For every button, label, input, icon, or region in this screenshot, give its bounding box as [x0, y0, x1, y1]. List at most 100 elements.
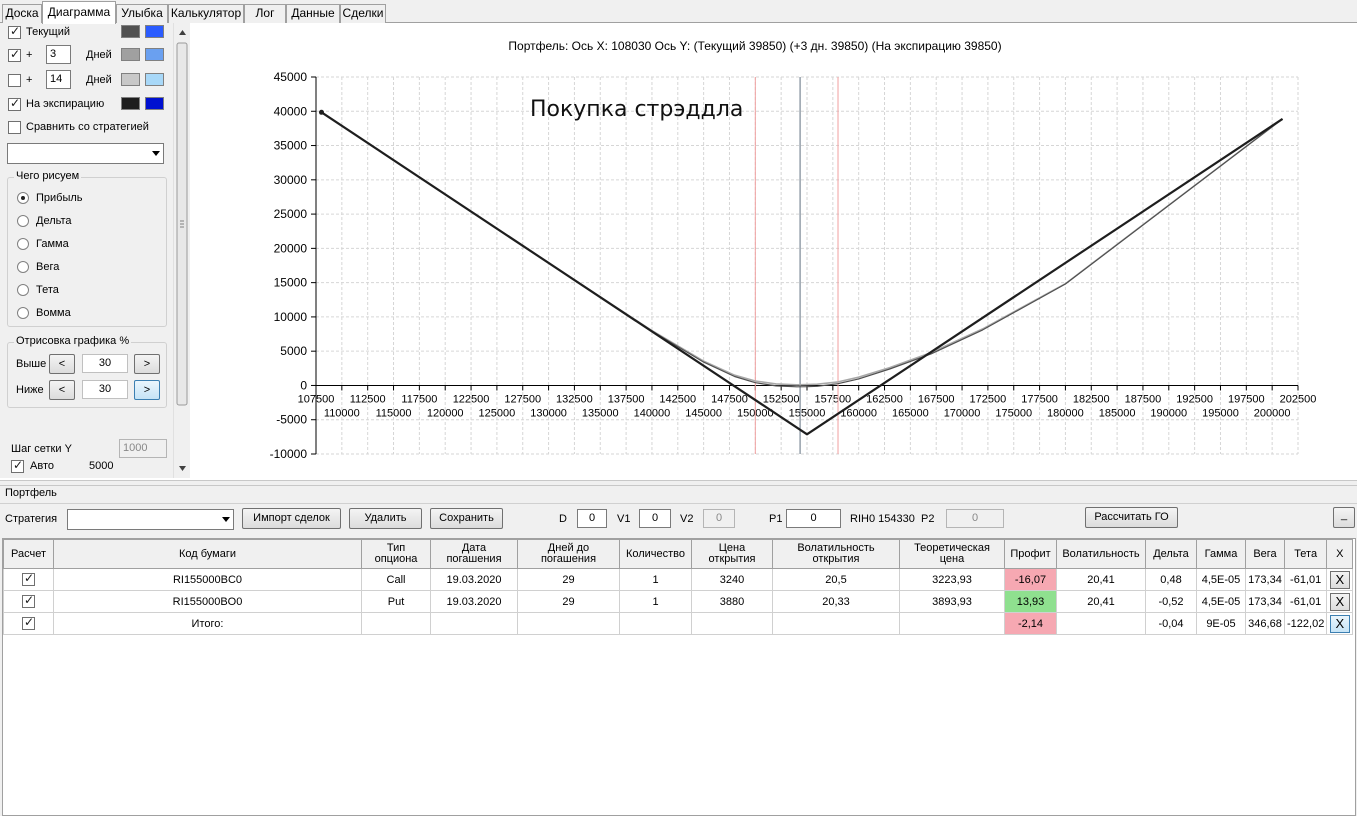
cell-vol[interactable]: 20,41	[1056, 568, 1146, 591]
col-date[interactable]: Дата погашения	[430, 539, 518, 569]
cell-days[interactable]	[517, 612, 620, 635]
cell-profit[interactable]: -16,07	[1004, 568, 1057, 591]
left-panel-scrollbar[interactable]	[173, 23, 190, 478]
cell-price[interactable]: 3240	[691, 568, 773, 591]
cell-price[interactable]	[691, 612, 773, 635]
cell-days[interactable]: 29	[517, 568, 620, 591]
tab-log[interactable]: Лог	[244, 4, 286, 23]
tab-data[interactable]: Данные	[286, 4, 340, 23]
tab-smile[interactable]: Улыбка	[116, 4, 168, 23]
col-gamma[interactable]: Гамма	[1196, 539, 1246, 569]
col-type[interactable]: Тип опциона	[361, 539, 431, 569]
col-profit[interactable]: Профит	[1004, 539, 1057, 569]
cell-vega[interactable]: 173,34	[1245, 590, 1285, 613]
delete-button[interactable]: Удалить	[349, 508, 422, 529]
radio-vomma[interactable]	[17, 307, 29, 319]
cell-vol-open[interactable]: 20,5	[772, 568, 900, 591]
col-vol-open[interactable]: Волатильность открытия	[772, 539, 900, 569]
v1-input[interactable]: 0	[639, 509, 671, 528]
cell-delta[interactable]: -0,52	[1145, 590, 1197, 613]
cell-date[interactable]: 19.03.2020	[430, 590, 518, 613]
col-vega[interactable]: Вега	[1245, 539, 1285, 569]
cell-qty[interactable]: 1	[619, 568, 692, 591]
col-theta[interactable]: Тета	[1283, 539, 1328, 569]
cell-code[interactable]: RI155000BC0	[53, 568, 362, 591]
col-delta[interactable]: Дельта	[1145, 539, 1197, 569]
col-vol[interactable]: Волатильность	[1056, 539, 1146, 569]
expiry-color-swatch-1[interactable]	[121, 97, 140, 110]
tab-board[interactable]: Доска	[2, 4, 42, 23]
cell-theta[interactable]: -61,01	[1283, 590, 1328, 613]
cell-vol[interactable]: 20,41	[1056, 590, 1146, 613]
radio-theta[interactable]	[17, 284, 29, 296]
tab-calculator[interactable]: Калькулятор	[168, 4, 244, 23]
v2-input[interactable]: 0	[703, 509, 735, 528]
row-calc-checkbox[interactable]	[22, 571, 35, 586]
cell-vega[interactable]: 346,68	[1245, 612, 1285, 635]
cell-profit[interactable]: -2,14	[1004, 612, 1057, 635]
cell-vega[interactable]: 173,34	[1245, 568, 1285, 591]
radio-gamma[interactable]	[17, 238, 29, 250]
minimize-button[interactable]: _	[1333, 507, 1355, 528]
plus14-color-swatch-1[interactable]	[121, 73, 140, 86]
total-delete-button[interactable]: X	[1329, 614, 1350, 633]
row-calc-checkbox[interactable]	[22, 593, 35, 608]
cell-price[interactable]: 3880	[691, 590, 773, 613]
days-input-1[interactable]: 3	[46, 45, 71, 64]
cell-date[interactable]: 19.03.2020	[430, 568, 518, 591]
strategy-select[interactable]	[67, 509, 234, 530]
compare-strategy-select[interactable]	[7, 143, 164, 164]
scroll-up-icon[interactable]	[179, 30, 186, 35]
plus14-color-swatch-2[interactable]	[145, 73, 164, 86]
cell-vol-open[interactable]: 20,33	[772, 590, 900, 613]
col-qty[interactable]: Количество	[619, 539, 692, 569]
cell-theo[interactable]	[899, 612, 1005, 635]
below-decrease-button[interactable]: <	[49, 380, 75, 400]
cell-gamma[interactable]: 9E-05	[1196, 612, 1246, 635]
cell-qty[interactable]: 1	[619, 590, 692, 613]
plus14-checkbox[interactable]	[8, 74, 21, 87]
cell-theta[interactable]: -122,02	[1283, 612, 1328, 635]
radio-profit[interactable]	[17, 192, 29, 204]
below-value[interactable]: 30	[82, 380, 128, 399]
calc-margin-button[interactable]: Рассчитать ГО	[1085, 507, 1178, 528]
cell-vol-open[interactable]	[772, 612, 900, 635]
cell-delta[interactable]: 0,48	[1145, 568, 1197, 591]
row-delete-button[interactable]: X	[1329, 592, 1350, 611]
col-price[interactable]: Цена открытия	[691, 539, 773, 569]
row-delete-button[interactable]: X	[1329, 570, 1350, 589]
cell-type[interactable]: Call	[361, 568, 431, 591]
cell-theo[interactable]: 3893,93	[899, 590, 1005, 613]
tab-deals[interactable]: Сделки	[340, 4, 386, 23]
auto-checkbox[interactable]	[11, 458, 24, 473]
current-color-swatch-2[interactable]	[145, 25, 164, 38]
plus3-color-swatch-1[interactable]	[121, 48, 140, 61]
cell-vol[interactable]	[1056, 612, 1146, 635]
expiry-checkbox[interactable]	[8, 96, 21, 111]
scroll-down-icon[interactable]	[179, 466, 186, 471]
compare-checkbox[interactable]	[8, 121, 21, 134]
cell-code[interactable]: RI155000BO0	[53, 590, 362, 613]
above-increase-button[interactable]: >	[134, 354, 160, 374]
tab-diagram[interactable]: Диаграмма	[42, 1, 116, 24]
p1-input[interactable]: 0	[786, 509, 841, 528]
d-input[interactable]: 0	[577, 509, 607, 528]
grid-step-input[interactable]: 1000	[119, 439, 167, 458]
p2-input[interactable]: 0	[946, 509, 1004, 528]
col-delete[interactable]: X	[1326, 539, 1354, 569]
col-calc[interactable]: Расчет	[3, 539, 54, 569]
col-code[interactable]: Код бумаги	[53, 539, 362, 569]
cell-date[interactable]	[430, 612, 518, 635]
expiry-color-swatch-2[interactable]	[145, 97, 164, 110]
cell-days[interactable]: 29	[517, 590, 620, 613]
total-calc-checkbox[interactable]	[22, 615, 35, 630]
current-checkbox[interactable]	[8, 24, 21, 39]
save-button[interactable]: Сохранить	[430, 508, 503, 529]
cell-type[interactable]	[361, 612, 431, 635]
cell-theo[interactable]: 3223,93	[899, 568, 1005, 591]
cell-code[interactable]: Итого:	[53, 612, 362, 635]
cell-theta[interactable]: -61,01	[1283, 568, 1328, 591]
col-theo[interactable]: Теоретическая цена	[899, 539, 1005, 569]
days-input-2[interactable]: 14	[46, 70, 71, 89]
above-value[interactable]: 30	[82, 354, 128, 373]
